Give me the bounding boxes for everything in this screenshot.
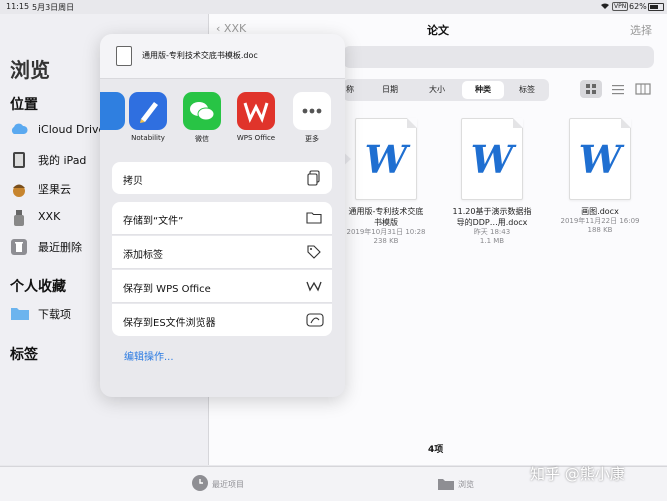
sidebar-item-label: 下载项: [38, 308, 71, 321]
es-explorer-icon: [306, 312, 324, 328]
file-size: 188 KB: [587, 226, 613, 234]
sort-tab-size[interactable]: 大小: [414, 81, 460, 99]
status-bar: 11:15 5月3日周日 VPN 62%: [0, 0, 667, 14]
sort-tab-date[interactable]: 日期: [366, 81, 414, 99]
action-copy[interactable]: 拷贝: [112, 162, 332, 194]
locations-header: 位置: [10, 97, 38, 113]
tab-browse[interactable]: 浏览: [458, 479, 474, 490]
tags-header: 标签: [10, 347, 38, 363]
battery-icon: [648, 3, 664, 11]
wps-icon: [306, 278, 322, 294]
file-name: 11.20基于演示数据指 导的DDP…用.docx: [452, 207, 532, 227]
edit-actions-link[interactable]: 编辑操作...: [124, 348, 174, 363]
folder-icon: [306, 210, 322, 226]
sidebar-title: 浏览: [10, 58, 50, 82]
share-app-wps[interactable]: WPS Office: [230, 92, 282, 142]
favorites-header: 个人收藏: [10, 279, 66, 295]
folder-tab-icon: [437, 476, 455, 495]
wps-icon: [237, 92, 275, 130]
columns-icon: [635, 83, 651, 95]
clock-icon: [192, 475, 208, 491]
file-item[interactable]: W 通用版-专利技术交底 书模版 2019年10月31日 10:28 238 KB: [331, 118, 441, 246]
tab-recents[interactable]: 最近项目: [212, 479, 244, 490]
search-field[interactable]: [343, 46, 654, 68]
usb-icon: [10, 209, 28, 226]
wechat-icon: [183, 92, 221, 130]
document-icon: [116, 46, 132, 66]
page-title: 论文: [427, 24, 449, 37]
word-document-icon: W: [569, 118, 631, 200]
sidebar-item-label: 我的 iPad: [38, 154, 87, 167]
word-document-icon: W: [355, 118, 417, 200]
sort-tab-tags[interactable]: 标签: [506, 81, 548, 99]
notability-icon: [129, 92, 167, 130]
sidebar-item-label: XXK: [38, 210, 61, 223]
battery-percent: 62%: [629, 2, 647, 11]
folder-icon: [10, 305, 29, 321]
sidebar-item-label: iCloud Drive: [38, 123, 106, 136]
action-save-to-wps[interactable]: 保存到 WPS Office: [112, 270, 332, 303]
file-date: 昨天 18:43: [473, 228, 511, 236]
sidebar-item-label: 最近删除: [38, 241, 82, 254]
file-date: 2019年11月22日 16:09: [560, 217, 640, 225]
action-save-to-es[interactable]: 保存到ES文件浏览器: [112, 304, 332, 336]
file-item[interactable]: W 11.20基于演示数据指 导的DDP…用.docx 昨天 18:43 1.1 …: [437, 118, 547, 246]
list-view-button[interactable]: [608, 80, 628, 98]
tag-icon: [306, 244, 322, 260]
grid-icon: [586, 84, 596, 94]
grid-view-button[interactable]: [580, 80, 602, 98]
cloud-icon: [10, 122, 28, 138]
action-add-tag[interactable]: 添加标签: [112, 236, 332, 269]
share-app-notability[interactable]: Notability: [122, 92, 174, 142]
item-count: 4项: [428, 445, 444, 455]
file-name: 通用版-专利技术交底 书模版: [348, 207, 424, 227]
select-button[interactable]: 选择: [630, 22, 652, 38]
ipad-icon: [10, 151, 28, 168]
vpn-badge: VPN: [612, 2, 629, 11]
list-icon: [612, 85, 624, 95]
nut-icon: [10, 180, 28, 197]
share-app-more[interactable]: 更多: [286, 92, 338, 144]
action-save-to-files[interactable]: 存储到“文件”: [112, 202, 332, 235]
watermark: 知乎 @熊小康: [530, 465, 625, 483]
share-app-wechat[interactable]: 微信: [176, 92, 228, 144]
wifi-icon: [600, 2, 610, 12]
file-size: 1.1 MB: [479, 237, 505, 245]
file-name: 画图.docx: [581, 207, 619, 216]
file-date: 2019年10月31日 10:28: [346, 228, 426, 236]
sidebar-item-label: 坚果云: [38, 183, 71, 196]
more-icon: [293, 92, 331, 130]
file-size: 238 KB: [373, 237, 399, 245]
trash-icon: [10, 238, 28, 255]
copy-icon: [306, 170, 322, 186]
sort-tab-name[interactable]: 称: [343, 81, 357, 99]
word-document-icon: W: [461, 118, 523, 200]
file-item[interactable]: W 画图.docx 2019年11月22日 16:09 188 KB: [545, 118, 655, 235]
share-filename: 通用版-专利技术交底书模板.doc: [142, 51, 258, 60]
sort-tab-kind[interactable]: 种类: [462, 81, 504, 99]
share-sheet: 通用版-专利技术交底书模板.doc Notability 微信 WPS Offi…: [100, 34, 345, 397]
share-header: 通用版-专利技术交底书模板.doc: [100, 34, 345, 79]
column-view-button[interactable]: [632, 80, 654, 98]
status-time: 11:15: [6, 2, 30, 11]
status-date: 5月3日周日: [32, 3, 75, 12]
